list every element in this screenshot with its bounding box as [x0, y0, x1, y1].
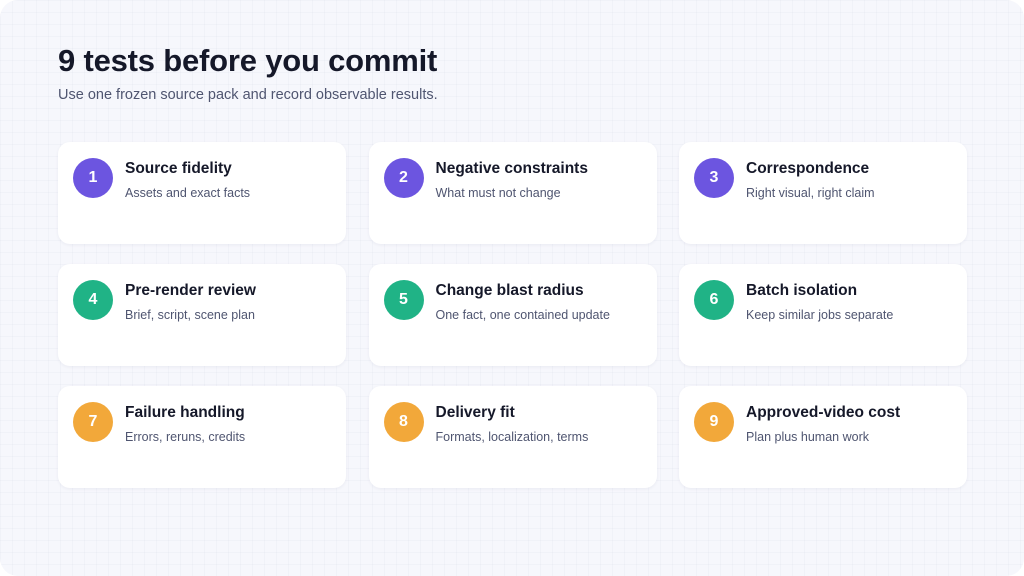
number-badge: 5 [383, 280, 424, 320]
test-card-9: 9 Approved-video cost Plan plus human wo… [679, 386, 967, 488]
card-title: Change blast radius [435, 282, 584, 299]
card-description: Formats, localization, terms [435, 430, 589, 444]
card-description: Plan plus human work [746, 430, 869, 444]
number-badge: 1 [73, 158, 113, 198]
card-title: Approved-video cost [746, 404, 901, 421]
test-card-3: 3 Correspondence Right visual, right cla… [679, 142, 967, 244]
test-card-2: 2 Negative constraints What must not cha… [368, 142, 657, 244]
test-card-8: 8 Delivery fit Formats, localization, te… [368, 386, 657, 488]
number-badge: 2 [383, 158, 424, 198]
card-title: Correspondence [746, 160, 870, 177]
card-description: Keep similar jobs separate [746, 308, 894, 322]
card-title: Failure handling [125, 404, 245, 421]
slide: 9 tests before you commit Use one frozen… [0, 0, 1024, 576]
number-badge: 6 [694, 280, 734, 320]
test-card-7: 7 Failure handling Errors, reruns, credi… [58, 386, 346, 488]
card-title: Source fidelity [125, 160, 232, 177]
card-description: Brief, script, scene plan [125, 308, 255, 322]
card-description: One fact, one contained update [435, 308, 610, 322]
page-title: 9 tests before you commit [58, 43, 438, 78]
number-badge: 9 [694, 402, 734, 442]
number-badge: 7 [73, 402, 113, 442]
card-description: Right visual, right claim [746, 186, 875, 200]
test-card-4: 4 Pre-render review Brief, script, scene… [58, 264, 346, 366]
number-badge: 3 [694, 158, 734, 198]
card-description: What must not change [435, 186, 561, 200]
card-title: Pre-render review [125, 282, 256, 299]
page-subtitle: Use one frozen source pack and record ob… [58, 87, 438, 103]
card-title: Batch isolation [746, 282, 858, 299]
number-badge: 8 [383, 402, 424, 442]
card-title: Delivery fit [435, 404, 515, 421]
card-description: Assets and exact facts [125, 186, 251, 200]
test-card-5: 5 Change blast radius One fact, one cont… [368, 264, 657, 366]
card-description: Errors, reruns, credits [125, 430, 246, 444]
card-title: Negative constraints [435, 160, 588, 177]
test-card-1: 1 Source fidelity Assets and exact facts [58, 142, 346, 244]
test-card-6: 6 Batch isolation Keep similar jobs sepa… [679, 264, 967, 366]
number-badge: 4 [73, 280, 113, 320]
test-card-grid: 1 Source fidelity Assets and exact facts… [58, 142, 967, 488]
